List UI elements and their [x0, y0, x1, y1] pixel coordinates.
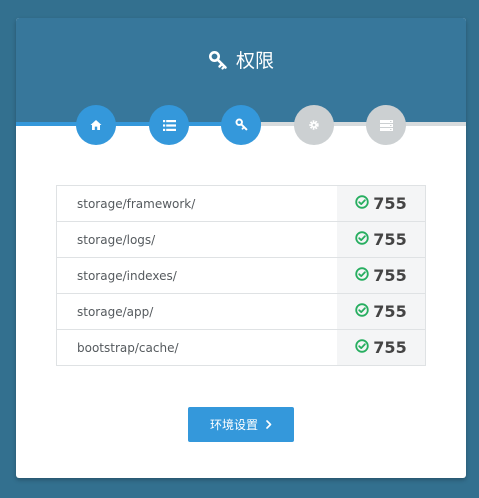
- folder-path: storage/framework/: [77, 196, 196, 211]
- key-icon: [235, 116, 248, 135]
- server-icon: [379, 116, 393, 135]
- key-icon: [208, 50, 228, 70]
- permission-cell: 755: [337, 329, 426, 366]
- permission-cell: 755: [337, 257, 426, 294]
- step-environment[interactable]: [294, 105, 334, 145]
- folder-path: storage/logs/: [56, 221, 337, 258]
- permission-value: 755: [373, 302, 407, 321]
- folder-path: storage/app/: [56, 293, 337, 330]
- step-permissions[interactable]: [221, 105, 261, 145]
- check-circle-icon: [355, 338, 369, 357]
- folder-path: bootstrap/cache/: [56, 329, 337, 366]
- page-title-text: 权限: [235, 50, 274, 72]
- table-row: bootstrap/cache/ 755: [56, 329, 426, 366]
- list-icon: [162, 116, 176, 135]
- permission-value: 755: [373, 266, 407, 285]
- page-title: 权限: [16, 46, 466, 73]
- permission-cell: 755: [337, 185, 426, 222]
- next-button-label: 环境设置: [209, 418, 258, 432]
- next-environment-button[interactable]: 环境设置: [188, 407, 294, 442]
- table-row: storage/logs/ 755: [56, 221, 426, 258]
- table-row: storage/framework/ 755: [57, 185, 426, 222]
- check-circle-icon: [355, 266, 369, 285]
- permissions-table: storage/framework/ 755 storage/logs/ 755: [56, 185, 426, 366]
- permission-cell: 755: [337, 293, 426, 330]
- check-circle-icon: [355, 302, 369, 321]
- installer-card: 权限 storage/framework/ 755 storage/logs/ …: [16, 18, 466, 478]
- check-circle-icon: [355, 194, 369, 213]
- permission-value: 755: [373, 230, 407, 249]
- check-circle-icon: [355, 230, 369, 249]
- home-icon: [90, 116, 102, 135]
- table-row: storage/indexes/ 755: [56, 257, 426, 294]
- table-row: storage/app/ 755: [56, 293, 426, 330]
- folder-path: storage/indexes/: [56, 257, 337, 294]
- permission-cell: 755: [337, 221, 426, 258]
- chevron-right-icon: [266, 418, 272, 432]
- step-requirements[interactable]: [149, 105, 189, 145]
- gear-icon: [308, 116, 320, 135]
- step-finish[interactable]: [366, 105, 406, 145]
- step-welcome[interactable]: [76, 105, 116, 145]
- permission-value: 755: [373, 338, 407, 357]
- permission-value: 755: [373, 194, 407, 213]
